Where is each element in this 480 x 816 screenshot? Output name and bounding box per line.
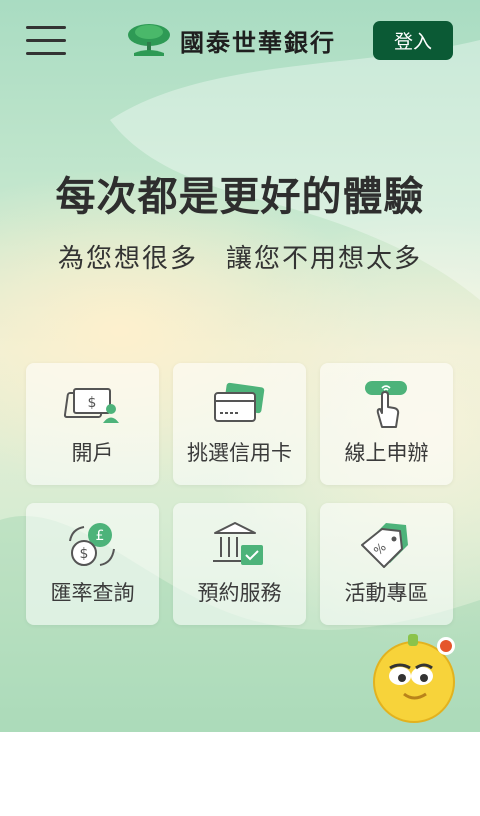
- svg-text:$: $: [88, 395, 97, 411]
- tile-label: 匯率查詢: [50, 581, 135, 605]
- tile-label: 線上申辦: [344, 441, 429, 465]
- hamburger-menu-icon[interactable]: [26, 26, 66, 56]
- tile-exchange-rate[interactable]: £ $ 匯率查詢: [26, 503, 159, 625]
- tile-appointment[interactable]: 預約服務: [173, 503, 306, 625]
- svg-text:$: $: [80, 546, 89, 562]
- bank-logo[interactable]: 國泰世華銀行: [126, 22, 336, 58]
- svg-text:£: £: [96, 528, 105, 544]
- open-account-icon: $: [63, 388, 119, 423]
- tile-label: 預約服務: [197, 581, 282, 605]
- credit-card-icon: [214, 382, 265, 422]
- login-button[interactable]: 登入: [373, 21, 453, 60]
- bank-name: 國泰世華銀行: [180, 28, 336, 57]
- tree-logo-icon: [128, 24, 170, 56]
- hero-headline: 每次都是更好的體驗: [55, 174, 425, 220]
- tile-online-apply[interactable]: 線上申辦: [320, 363, 453, 485]
- discount-tag-icon: %: [361, 523, 408, 568]
- tile-promotions[interactable]: % 活動專區: [320, 503, 453, 625]
- tile-credit-card[interactable]: 挑選信用卡: [173, 363, 306, 485]
- tile-label: 挑選信用卡: [187, 441, 292, 465]
- hero-subline: 為您想很多 讓您不用想太多: [57, 244, 422, 274]
- tap-apply-icon: [365, 381, 407, 428]
- top-header: 國泰世華銀行 登入: [0, 0, 480, 80]
- exchange-rate-icon: £ $: [69, 523, 115, 566]
- tile-label: 活動專區: [344, 581, 429, 605]
- tile-label: 開戶: [71, 441, 114, 465]
- tile-open-account[interactable]: $ 開戶: [26, 363, 159, 485]
- chatbot-assistant-icon[interactable]: [368, 632, 460, 724]
- bank-appointment-icon: [213, 522, 263, 565]
